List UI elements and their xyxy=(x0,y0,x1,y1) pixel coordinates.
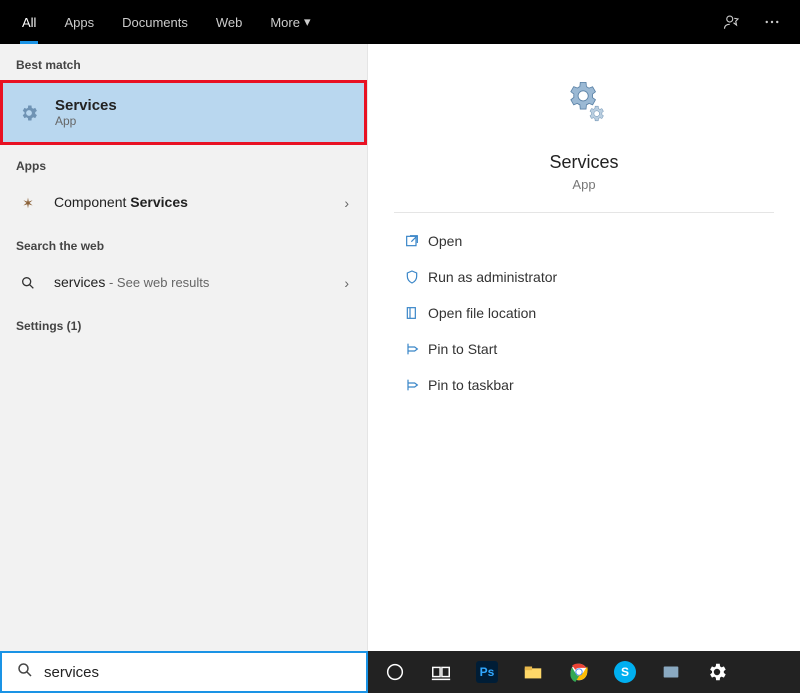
taskbar-app[interactable] xyxy=(650,651,692,693)
action-label: Pin to Start xyxy=(428,341,497,357)
tab-apps[interactable]: Apps xyxy=(50,0,108,44)
gear-icon xyxy=(17,101,41,125)
feedback-icon[interactable] xyxy=(712,0,752,44)
open-icon xyxy=(396,233,428,249)
detail-actions: Open Run as administrator Open file loca… xyxy=(368,213,800,413)
section-web: Search the web xyxy=(0,225,367,261)
best-match-sub: App xyxy=(55,114,352,128)
pin-icon xyxy=(396,341,428,357)
section-settings[interactable]: Settings (1) xyxy=(0,305,367,341)
action-run-admin[interactable]: Run as administrator xyxy=(392,259,776,295)
taskbar: Ps S xyxy=(368,651,800,693)
search-tabs: All Apps Documents Web More ▾ xyxy=(0,0,800,44)
action-pin-taskbar[interactable]: Pin to taskbar xyxy=(392,367,776,403)
result-title: services - See web results xyxy=(54,274,209,290)
taskbar-photoshop[interactable]: Ps xyxy=(466,651,508,693)
action-label: Open file location xyxy=(428,305,536,321)
action-pin-start[interactable]: Pin to Start xyxy=(392,331,776,367)
services-large-icon xyxy=(552,74,616,138)
result-title: Component Services xyxy=(54,194,188,210)
action-label: Pin to taskbar xyxy=(428,377,514,393)
more-options-icon[interactable] xyxy=(752,0,792,44)
detail-sub: App xyxy=(572,177,595,192)
taskbar-cortana[interactable] xyxy=(374,651,416,693)
taskbar-settings[interactable] xyxy=(696,651,738,693)
detail-pane: Services App Open Run as administrator O… xyxy=(368,44,800,651)
tab-web[interactable]: Web xyxy=(202,0,257,44)
action-label: Open xyxy=(428,233,462,249)
taskbar-chrome[interactable] xyxy=(558,651,600,693)
action-open[interactable]: Open xyxy=(392,223,776,259)
tab-more[interactable]: More ▾ xyxy=(256,0,324,44)
action-label: Run as administrator xyxy=(428,269,557,285)
taskbar-taskview[interactable] xyxy=(420,651,462,693)
best-match-title: Services xyxy=(55,97,352,114)
tab-documents[interactable]: Documents xyxy=(108,0,202,44)
chevron-right-icon: › xyxy=(338,275,355,291)
section-best-match: Best match xyxy=(0,44,367,80)
search-icon xyxy=(16,271,40,295)
chevron-down-icon: ▾ xyxy=(304,14,311,30)
search-icon xyxy=(16,661,34,684)
tab-all[interactable]: All xyxy=(8,0,50,44)
detail-hero: Services App xyxy=(394,44,774,213)
detail-title: Services xyxy=(549,152,618,173)
result-web-services[interactable]: services - See web results › xyxy=(0,261,367,305)
component-icon: ✶ xyxy=(16,191,40,215)
chevron-right-icon: › xyxy=(338,195,355,211)
taskbar-explorer[interactable] xyxy=(512,651,554,693)
search-input[interactable] xyxy=(44,664,358,681)
search-box[interactable] xyxy=(0,651,368,693)
best-match-services[interactable]: Services App xyxy=(0,80,367,145)
results-pane: Best match Services App Apps ✶ Component… xyxy=(0,44,368,651)
section-apps: Apps xyxy=(0,145,367,181)
folder-icon xyxy=(396,305,428,321)
taskbar-skype[interactable]: S xyxy=(604,651,646,693)
pin-icon xyxy=(396,377,428,393)
action-open-location[interactable]: Open file location xyxy=(392,295,776,331)
shield-icon xyxy=(396,269,428,285)
bottom-bar: Ps S xyxy=(0,651,800,693)
result-component-services[interactable]: ✶ Component Services › xyxy=(0,181,367,225)
